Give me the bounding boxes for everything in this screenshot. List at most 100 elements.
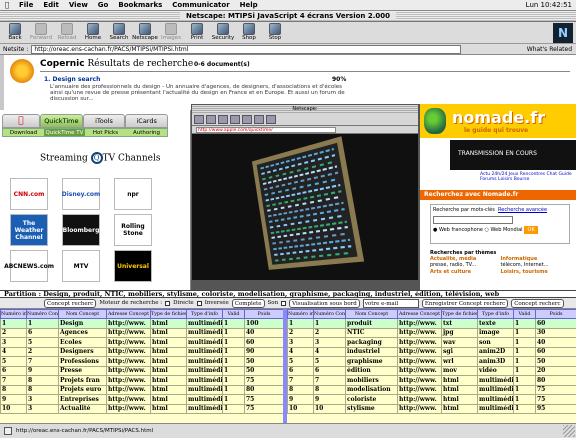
nomade-links[interactable]: Actu 24h/24 Jeux Rencontres Chat Guide F… bbox=[480, 172, 576, 182]
tab-quicktime[interactable]: QuickTime bbox=[40, 114, 83, 128]
table-cell[interactable]: 30 bbox=[535, 327, 576, 338]
table-cell[interactable]: Designers bbox=[58, 346, 107, 357]
table-cell[interactable]: http://www. bbox=[397, 384, 442, 395]
movie-stage[interactable] bbox=[192, 134, 418, 289]
table-cell[interactable]: son bbox=[477, 337, 514, 348]
table-row[interactable]: 3 5 Ecoles http://www. html multimédi 1 60 bbox=[0, 337, 283, 348]
table-cell[interactable]: multimédi bbox=[477, 384, 514, 395]
table-cell[interactable]: 9 bbox=[313, 394, 346, 405]
table-row[interactable]: 5 7 Professions http://www. html multimédi 1 50 bbox=[0, 356, 283, 367]
table-cell[interactable]: 1 bbox=[222, 318, 245, 329]
table-cell[interactable]: 2 bbox=[287, 327, 314, 338]
table-cell[interactable]: 9 bbox=[26, 365, 59, 376]
visualize-button[interactable]: Visualisation sous bord bbox=[289, 298, 360, 308]
table-cell[interactable]: 3 bbox=[26, 403, 59, 414]
table-cell[interactable]: http://www. bbox=[106, 327, 151, 338]
forward-icon[interactable] bbox=[206, 114, 216, 124]
table-cell[interactable]: 6 bbox=[26, 327, 59, 338]
table-cell[interactable]: 5 bbox=[287, 356, 314, 367]
table-cell[interactable]: 75 bbox=[244, 394, 283, 405]
table-row[interactable]: 10 10 stylisme http://www. html multimédi 1 95 bbox=[287, 403, 576, 414]
table-cell[interactable]: Agences bbox=[58, 327, 107, 338]
table-cell[interactable]: 2 bbox=[313, 327, 346, 338]
table-cell[interactable]: http://www. bbox=[397, 403, 442, 414]
channel-logo[interactable]: MTV bbox=[62, 250, 100, 282]
table-cell[interactable]: http://www. bbox=[397, 375, 442, 386]
table-cell[interactable]: Actualité bbox=[58, 403, 107, 414]
table-cell[interactable]: 5 bbox=[26, 337, 59, 348]
subtab-authoring[interactable]: Authoring bbox=[126, 129, 167, 136]
nomade-logo[interactable]: nomade.fr bbox=[452, 108, 545, 127]
table-cell[interactable]: 1 bbox=[513, 403, 536, 414]
table-cell[interactable]: html bbox=[150, 375, 187, 386]
table-cell[interactable]: http://www. bbox=[397, 346, 442, 357]
table-cell[interactable]: multimédi bbox=[186, 346, 223, 357]
table-cell[interactable]: 4 bbox=[287, 346, 314, 357]
table-row[interactable]: 6 9 Presse http://www. html multimédi 1 50 bbox=[0, 365, 283, 376]
table-cell[interactable]: 60 bbox=[244, 337, 283, 348]
table-cell[interactable]: 5 bbox=[0, 356, 27, 367]
table-cell[interactable]: 75 bbox=[535, 394, 576, 405]
table-cell[interactable]: 90 bbox=[244, 346, 283, 357]
table-cell[interactable]: 75 bbox=[535, 384, 576, 395]
column-header[interactable]: Type d'info bbox=[477, 309, 514, 319]
resize-handle-icon[interactable] bbox=[563, 425, 575, 437]
table-cell[interactable]: multimédi bbox=[186, 403, 223, 414]
reload-button[interactable]: Reload bbox=[54, 22, 80, 44]
search-icon[interactable] bbox=[242, 114, 252, 124]
table-cell[interactable]: html bbox=[441, 384, 478, 395]
stop-icon[interactable] bbox=[266, 114, 276, 124]
apple-menu-icon[interactable]:  bbox=[0, 1, 14, 9]
table-row[interactable]: 1 1 produit http://www. txt texte 1 60 bbox=[287, 318, 576, 329]
back-button[interactable]: Back bbox=[2, 22, 28, 44]
theme-item[interactable]: Loisirs, tourisme bbox=[501, 269, 571, 275]
table-cell[interactable]: sgi bbox=[441, 346, 478, 357]
table-row[interactable]: 9 3 Entreprises http://www. html multimédi 1 75 bbox=[0, 394, 283, 405]
column-header[interactable]: Type d'info bbox=[186, 309, 223, 319]
channel-logo[interactable]: Disney.com bbox=[62, 178, 100, 210]
table-cell[interactable]: 10 bbox=[313, 403, 346, 414]
inverse-checkbox[interactable] bbox=[196, 300, 202, 306]
table-cell[interactable]: multimédi bbox=[186, 375, 223, 386]
table-cell[interactable]: 7 bbox=[287, 375, 314, 386]
table-cell[interactable]: Professions bbox=[58, 356, 107, 367]
table-cell[interactable]: 1 bbox=[222, 403, 245, 414]
table-cell[interactable]: multimédi bbox=[186, 356, 223, 367]
table-cell[interactable]: 1 bbox=[513, 384, 536, 395]
table-cell[interactable]: mov bbox=[441, 365, 478, 376]
table-row[interactable]: 1 1 Design http://www. html multimédi 1 100 bbox=[0, 318, 283, 329]
security-button[interactable]: Security bbox=[210, 22, 236, 44]
column-header[interactable]: Type de fichier bbox=[150, 309, 187, 319]
stop-button[interactable]: Stop bbox=[262, 22, 288, 44]
table-row[interactable]: 2 2 NTIC http://www. jpg image 1 30 bbox=[287, 327, 576, 338]
table-cell[interactable]: html bbox=[150, 384, 187, 395]
window-title-bar[interactable]: Netscape: MTIPSi JavaScript 4 écrans Ver… bbox=[0, 11, 576, 22]
table-cell[interactable]: wrl bbox=[441, 356, 478, 367]
netscape-logo-icon[interactable]: N bbox=[553, 23, 573, 43]
table-cell[interactable]: http://www. bbox=[397, 356, 442, 367]
location-url-field[interactable]: http://oreac.ens-cachan.fr/PACS/MTIPSi/M… bbox=[31, 44, 462, 54]
menu-view[interactable]: View bbox=[64, 1, 93, 9]
table-cell[interactable]: 40 bbox=[244, 327, 283, 338]
table-cell[interactable]: 1 bbox=[513, 394, 536, 405]
table-cell[interactable]: 6 bbox=[313, 365, 346, 376]
table-cell[interactable]: http://www. bbox=[106, 403, 151, 414]
table-cell[interactable]: 1 bbox=[513, 375, 536, 386]
table-row[interactable]: 8 8 Projets euro http://www. html multimédi 1 8… bbox=[0, 384, 283, 395]
table-cell[interactable]: 50 bbox=[535, 356, 576, 367]
table-cell[interactable]: Projets euro bbox=[58, 384, 107, 395]
table-cell[interactable]: 9 bbox=[0, 394, 27, 405]
table-row[interactable]: 4 2 Designers http://www. html multimédi 1 90 bbox=[0, 346, 283, 357]
column-header[interactable]: Valid bbox=[513, 309, 536, 319]
table-cell[interactable]: 8 bbox=[313, 384, 346, 395]
table-cell[interactable]: 1 bbox=[313, 318, 346, 329]
home-button[interactable]: Home bbox=[80, 22, 106, 44]
subtab-hot-picks[interactable]: Hot Picks bbox=[85, 129, 126, 136]
shop-button[interactable]: Shop bbox=[236, 22, 262, 44]
table-cell[interactable]: html bbox=[150, 346, 187, 357]
table-cell[interactable]: 1 bbox=[222, 337, 245, 348]
print-button[interactable]: Print bbox=[184, 22, 210, 44]
table-cell[interactable]: 1 bbox=[222, 356, 245, 367]
table-row[interactable]: 7 8 Projets fran http://www. html multimédi 1 7… bbox=[0, 375, 283, 386]
column-header[interactable]: Type de fichier bbox=[441, 309, 478, 319]
